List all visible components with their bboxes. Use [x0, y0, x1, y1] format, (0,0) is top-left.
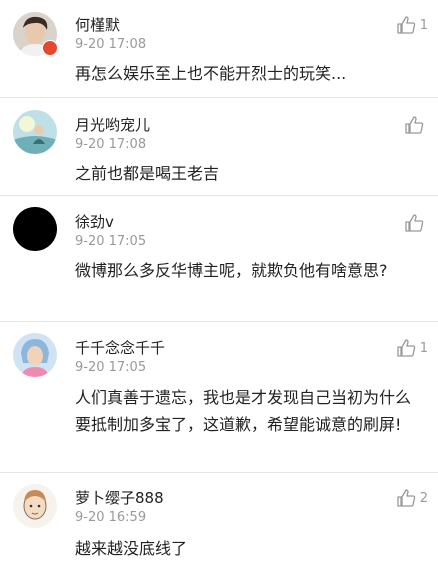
like-button[interactable]: 2: [397, 488, 428, 508]
thumbs-up-icon: [397, 339, 416, 357]
comment-author[interactable]: 萝卜缨子888: [75, 487, 164, 508]
comment-item: 徐劲v 9-20 17:05 微博那么多反华博主呢，就欺负他有啥意思?: [0, 196, 438, 322]
comment-text: 越来越没底线了: [75, 539, 188, 558]
comment-text: 再怎么娱乐至上也不能开烈士的玩笑...: [75, 64, 347, 83]
comment-text: 之前也都是喝王老吉: [75, 164, 220, 183]
like-count: 1: [419, 340, 428, 356]
comment-time: 9-20 17:05: [75, 234, 147, 249]
comment-item: 月光哟宠儿 9-20 17:08 之前也都是喝王老吉: [0, 98, 438, 196]
like-count: 1: [419, 17, 428, 33]
comment-text: 人们真善于遗忘，我也是才发现自己当初为什么要抵制加多宝了，这道歉，希望能诚意的刷…: [75, 388, 412, 434]
comment-author[interactable]: 千千念念千千: [75, 337, 165, 358]
thumbs-up-icon: [397, 489, 416, 507]
comment-author[interactable]: 何槿默: [75, 14, 120, 35]
like-count: 2: [419, 490, 428, 506]
avatar[interactable]: [13, 207, 57, 251]
like-button[interactable]: [405, 115, 428, 135]
comment-list: 何槿默 9-20 17:08 再怎么娱乐至上也不能开烈士的玩笑... 1 月光哟…: [0, 0, 438, 576]
comment-author[interactable]: 月光哟宠儿: [75, 114, 150, 135]
thumbs-up-icon: [405, 214, 424, 232]
vip-badge-icon: [42, 40, 58, 56]
comment-text: 微博那么多反华博主呢，就欺负他有啥意思?: [75, 261, 388, 280]
avatar[interactable]: [13, 110, 57, 154]
like-button[interactable]: [405, 213, 428, 233]
comment-item: 萝卜缨子888 9-20 16:59 越来越没底线了 2: [0, 473, 438, 576]
like-button[interactable]: 1: [397, 338, 428, 358]
avatar[interactable]: [13, 333, 57, 377]
avatar[interactable]: [13, 484, 57, 528]
thumbs-up-icon: [397, 16, 416, 34]
comment-time: 9-20 17:08: [75, 137, 147, 152]
comment-time: 9-20 17:08: [75, 37, 147, 52]
comment-time: 9-20 16:59: [75, 510, 147, 525]
thumbs-up-icon: [405, 116, 424, 134]
like-button[interactable]: 1: [397, 15, 428, 35]
comment-author[interactable]: 徐劲v: [75, 211, 114, 232]
comment-item: 千千念念千千 9-20 17:05 人们真善于遗忘，我也是才发现自己当初为什么要…: [0, 322, 438, 473]
comment-item: 何槿默 9-20 17:08 再怎么娱乐至上也不能开烈士的玩笑... 1: [0, 0, 438, 98]
comment-time: 9-20 17:05: [75, 360, 147, 375]
